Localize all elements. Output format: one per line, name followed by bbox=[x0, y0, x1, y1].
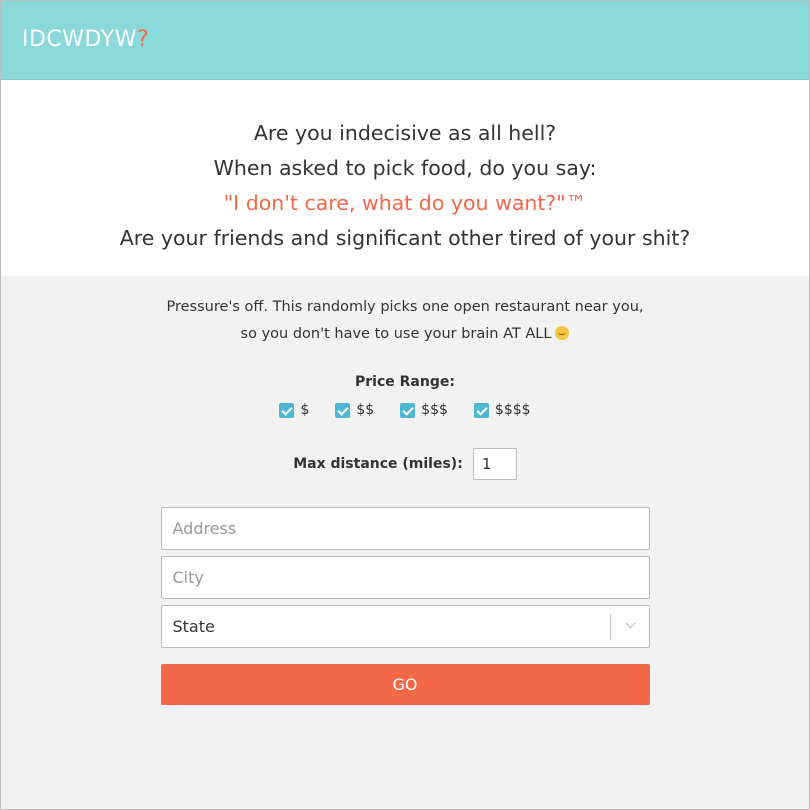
location-form: Address City State GO bbox=[160, 507, 650, 705]
brand-question-mark: ? bbox=[136, 27, 150, 52]
blurb-line-2-text: so you don't have to use your brain AT A… bbox=[240, 326, 552, 342]
checkbox-checked-icon[interactable] bbox=[473, 402, 489, 418]
hero-line-2: When asked to pick food, do you say: bbox=[213, 156, 597, 180]
price-option-4[interactable]: $$$$ bbox=[473, 402, 531, 418]
blurb-line-1: Pressure's off. This randomly picks one … bbox=[166, 299, 644, 315]
price-option-label: $$$$ bbox=[494, 402, 531, 418]
max-distance-row: Max distance (miles): 1 bbox=[1, 448, 809, 480]
state-select[interactable]: State bbox=[160, 605, 650, 648]
brand-text: IDCWDYW bbox=[22, 27, 137, 52]
address-input[interactable]: Address bbox=[160, 507, 650, 550]
city-input[interactable]: City bbox=[160, 556, 650, 599]
price-option-label: $ bbox=[300, 402, 310, 418]
hero-quote: "I don't care, what do you want?"™ bbox=[223, 191, 587, 215]
checkbox-checked-icon[interactable] bbox=[400, 402, 416, 418]
hero-line-1: Are you indecisive as all hell? bbox=[253, 121, 557, 145]
max-distance-label: Max distance (miles): bbox=[293, 456, 463, 472]
price-option-3[interactable]: $$$ bbox=[400, 402, 448, 418]
hero-line-4: Are your friends and significant other t… bbox=[119, 226, 691, 250]
checkbox-checked-icon[interactable] bbox=[279, 402, 295, 418]
price-option-2[interactable]: $$ bbox=[335, 402, 374, 418]
price-option-label: $$$ bbox=[421, 402, 448, 418]
max-distance-input[interactable]: 1 bbox=[472, 448, 517, 480]
price-option-label: $$ bbox=[356, 402, 375, 418]
price-range-options: $ $$ $$$ $$$$ bbox=[1, 402, 809, 418]
go-button[interactable]: GO bbox=[160, 664, 650, 705]
price-range-label: Price Range: bbox=[355, 374, 455, 390]
header-bar: IDCWDYW? bbox=[1, 1, 809, 80]
chevron-down-icon[interactable] bbox=[625, 618, 635, 629]
main-section: Pressure's off. This randomly picks one … bbox=[1, 276, 809, 705]
hero-section: Are you indecisive as all hell? When ask… bbox=[1, 80, 809, 276]
checkbox-checked-icon[interactable] bbox=[335, 402, 351, 418]
price-option-1[interactable]: $ bbox=[279, 402, 309, 418]
page-frame: IDCWDYW? Are you indecisive as all hell?… bbox=[0, 0, 810, 810]
brand-logo[interactable]: IDCWDYW? bbox=[22, 27, 149, 52]
select-divider bbox=[609, 614, 611, 640]
grimace-emoji-icon bbox=[555, 326, 570, 340]
blurb-line-2: so you don't have to use your brain AT A… bbox=[1, 321, 809, 348]
state-select-value: State bbox=[172, 617, 215, 636]
